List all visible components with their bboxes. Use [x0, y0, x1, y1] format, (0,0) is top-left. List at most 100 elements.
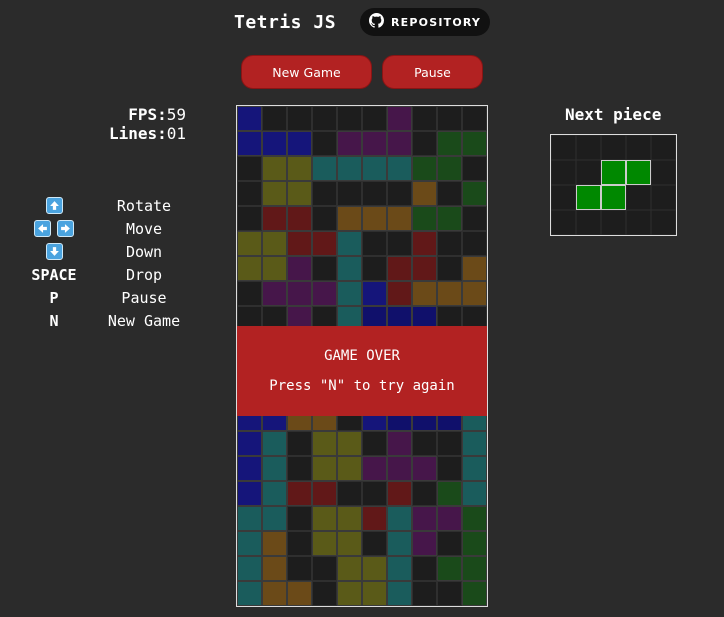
- board-cell-block: [412, 456, 437, 481]
- preview-cell-empty: [551, 135, 577, 161]
- board-cell-empty: [362, 106, 387, 131]
- board-cell-empty: [287, 556, 312, 581]
- board-cell-empty: [362, 181, 387, 206]
- board-cell-block: [237, 256, 262, 281]
- next-piece-canvas: [551, 135, 676, 235]
- board-cell-block: [362, 131, 387, 156]
- new-game-button[interactable]: New Game: [241, 55, 372, 89]
- board-cell-empty: [287, 431, 312, 456]
- repository-label: REPOSITORY: [391, 15, 482, 29]
- board-cell-empty: [412, 481, 437, 506]
- board-cell-block: [337, 581, 362, 606]
- key-action: Pause: [121, 288, 167, 307]
- board-cell-block: [337, 281, 362, 306]
- board-cell-block: [237, 506, 262, 531]
- board-cell-block: [312, 431, 337, 456]
- board-cell-block: [387, 556, 412, 581]
- repository-button[interactable]: REPOSITORY: [360, 8, 490, 36]
- board-cell-empty: [412, 131, 437, 156]
- github-icon: [369, 13, 384, 31]
- board-cell-block: [287, 131, 312, 156]
- board-cell-empty: [337, 106, 362, 131]
- key-cell: [24, 197, 84, 214]
- next-piece-title: Next piece: [565, 105, 662, 124]
- board-cell-empty: [437, 581, 462, 606]
- board-cell-block: [437, 281, 462, 306]
- board-cell-block: [262, 581, 287, 606]
- board-cell-block: [262, 481, 287, 506]
- board-cell-block: [462, 506, 487, 531]
- board-cell-block: [312, 481, 337, 506]
- board-cell-block: [387, 256, 412, 281]
- board-cell-block: [462, 256, 487, 281]
- board-cell-block: [262, 231, 287, 256]
- key-action: New Game: [107, 311, 181, 330]
- board-cell-block: [387, 281, 412, 306]
- board-cell-empty: [237, 156, 262, 181]
- board-cell-block: [462, 181, 487, 206]
- board-cell-block: [437, 481, 462, 506]
- board-cell-block: [362, 506, 387, 531]
- board-cell-block: [262, 556, 287, 581]
- key-action: Rotate: [116, 196, 172, 215]
- fps-value: 59: [166, 105, 186, 124]
- preview-cell-empty: [551, 159, 577, 186]
- key-row-down: Down: [24, 240, 214, 263]
- board-cell-block: [312, 156, 337, 181]
- board-cell-empty: [337, 481, 362, 506]
- arrow-up-icon: [45, 197, 63, 214]
- board-cell-block: [412, 231, 437, 256]
- board-cell-block: [412, 206, 437, 231]
- board-cell-block: [237, 106, 262, 131]
- board-cell-block: [362, 156, 387, 181]
- fps-counter: FPS:59: [128, 105, 186, 124]
- board-cell-block: [337, 531, 362, 556]
- board-cell-block: [262, 156, 287, 181]
- board-cell-block: [437, 156, 462, 181]
- board-cell-block: [387, 431, 412, 456]
- board-cell-empty: [462, 231, 487, 256]
- board-cell-empty: [362, 481, 387, 506]
- pause-button[interactable]: Pause: [382, 55, 483, 89]
- arrow-left-icon: [34, 220, 51, 237]
- key-n: N: [49, 311, 59, 330]
- board-cell-empty: [437, 456, 462, 481]
- board-cell-empty: [312, 256, 337, 281]
- board-cell-block: [412, 506, 437, 531]
- key-row-new-game: N New Game: [24, 309, 214, 332]
- board-cell-block: [337, 506, 362, 531]
- board-cell-empty: [437, 431, 462, 456]
- board-cell-block: [412, 256, 437, 281]
- board-cell-block: [287, 481, 312, 506]
- arrow-right-icon: [57, 220, 74, 237]
- board-cell-empty: [437, 181, 462, 206]
- preview-cell-empty: [600, 135, 627, 161]
- board-cell-block: [462, 556, 487, 581]
- board-cell-empty: [237, 281, 262, 306]
- game-over-message: Press "N" to try again: [269, 378, 455, 394]
- board-cell-block: [337, 556, 362, 581]
- key-action: Move: [125, 219, 163, 238]
- board-cell-block: [387, 106, 412, 131]
- board-cell-block: [287, 256, 312, 281]
- board-cell-empty: [437, 256, 462, 281]
- board-cell-block: [437, 506, 462, 531]
- board-cell-empty: [412, 556, 437, 581]
- board-cell-empty: [362, 256, 387, 281]
- preview-cell-empty: [551, 209, 577, 235]
- board-cell-block: [462, 431, 487, 456]
- board-cell-empty: [237, 206, 262, 231]
- board-cell-block: [412, 156, 437, 181]
- preview-cell-empty: [625, 209, 652, 235]
- key-cell: [24, 220, 84, 237]
- board-cell-block: [262, 431, 287, 456]
- board-cell-block: [337, 456, 362, 481]
- board-cell-block: [337, 156, 362, 181]
- key-row-move: Move: [24, 217, 214, 240]
- preview-cell-empty: [650, 135, 676, 161]
- preview-cell-empty: [650, 184, 676, 211]
- key-p: P: [49, 288, 59, 307]
- board-cell-block: [337, 231, 362, 256]
- fps-label: FPS:: [128, 105, 167, 124]
- board-cell-block: [262, 281, 287, 306]
